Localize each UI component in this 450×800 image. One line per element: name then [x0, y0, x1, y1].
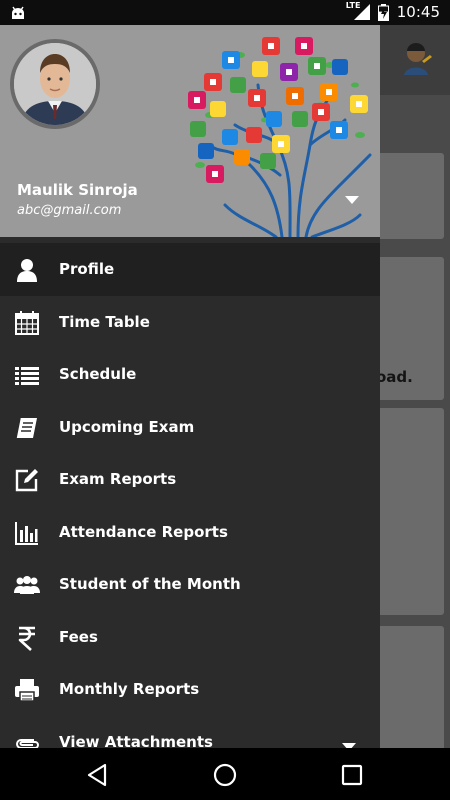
user-email: abc@gmail.com	[17, 203, 122, 218]
account-dropdown-icon[interactable]	[342, 193, 362, 207]
menu-item-label: Monthly Reports	[59, 680, 200, 699]
menu-item-monthly-reports[interactable]: Monthly Reports	[0, 663, 380, 716]
bar-chart-icon	[14, 520, 40, 546]
menu-item-label: Attendance Reports	[59, 522, 228, 541]
paperclip-icon	[14, 730, 40, 748]
menu-item-label: Profile	[59, 260, 115, 279]
calendar-icon	[14, 310, 40, 336]
menu-item-exam-reports[interactable]: Exam Reports	[0, 453, 380, 506]
menu-item-label: Exam Reports	[59, 470, 177, 489]
menu-item-label: Fees	[59, 627, 98, 646]
navigation-drawer[interactable]: Maulik Sinroja abc@gmail.com Profile Tim…	[0, 25, 380, 748]
menu-item-label: Schedule	[59, 365, 137, 384]
status-time: 10:45	[396, 3, 440, 21]
network-type: LTE	[345, 1, 361, 10]
android-debug-icon	[10, 5, 26, 24]
background-partial-text: oad.	[376, 368, 413, 386]
list-icon	[14, 362, 40, 388]
menu-item-fees[interactable]: Fees	[0, 611, 380, 664]
menu-item-profile[interactable]: Profile	[0, 243, 380, 296]
signal-icon: LTE	[346, 1, 370, 20]
menu-item-upcoming-exam[interactable]: Upcoming Exam	[0, 401, 380, 454]
profile-avatar[interactable]	[10, 39, 100, 129]
menu-item-label: View Attachments	[59, 732, 213, 748]
home-icon[interactable]	[212, 762, 238, 788]
drawer-header: Maulik Sinroja abc@gmail.com	[0, 25, 380, 237]
status-bar: LTE 10:45	[0, 0, 450, 25]
menu-item-label: Time Table	[59, 312, 150, 331]
expand-arrow-icon[interactable]	[342, 737, 356, 748]
edit-icon	[14, 467, 40, 493]
rupee-icon	[14, 625, 40, 651]
menu-item-label: Upcoming Exam	[59, 417, 195, 436]
drawer-menu: Profile Time Table Schedule Upcoming Exa…	[0, 243, 380, 748]
user-name: Maulik Sinroja	[17, 181, 138, 199]
people-icon	[14, 572, 40, 598]
back-icon[interactable]	[85, 762, 111, 788]
menu-item-student-of-the-month[interactable]: Student of the Month	[0, 558, 380, 611]
book-icon	[14, 415, 40, 441]
person-icon	[14, 257, 40, 283]
menu-item-schedule[interactable]: Schedule	[0, 348, 380, 401]
menu-item-view-attachments[interactable]: View Attachments	[0, 716, 380, 748]
background-avatar-icon	[402, 41, 432, 79]
recents-icon[interactable]	[339, 762, 365, 788]
battery-icon	[377, 3, 389, 21]
menu-item-label: Student of the Month	[59, 575, 241, 594]
phone-screen: LTE 10:45 oad. Maulik Sinroja abc@gmail.…	[0, 0, 450, 800]
menu-item-attendance-reports[interactable]: Attendance Reports	[0, 506, 380, 559]
system-navigation-bar	[0, 748, 450, 800]
menu-item-time-table[interactable]: Time Table	[0, 296, 380, 349]
printer-icon	[14, 677, 40, 703]
